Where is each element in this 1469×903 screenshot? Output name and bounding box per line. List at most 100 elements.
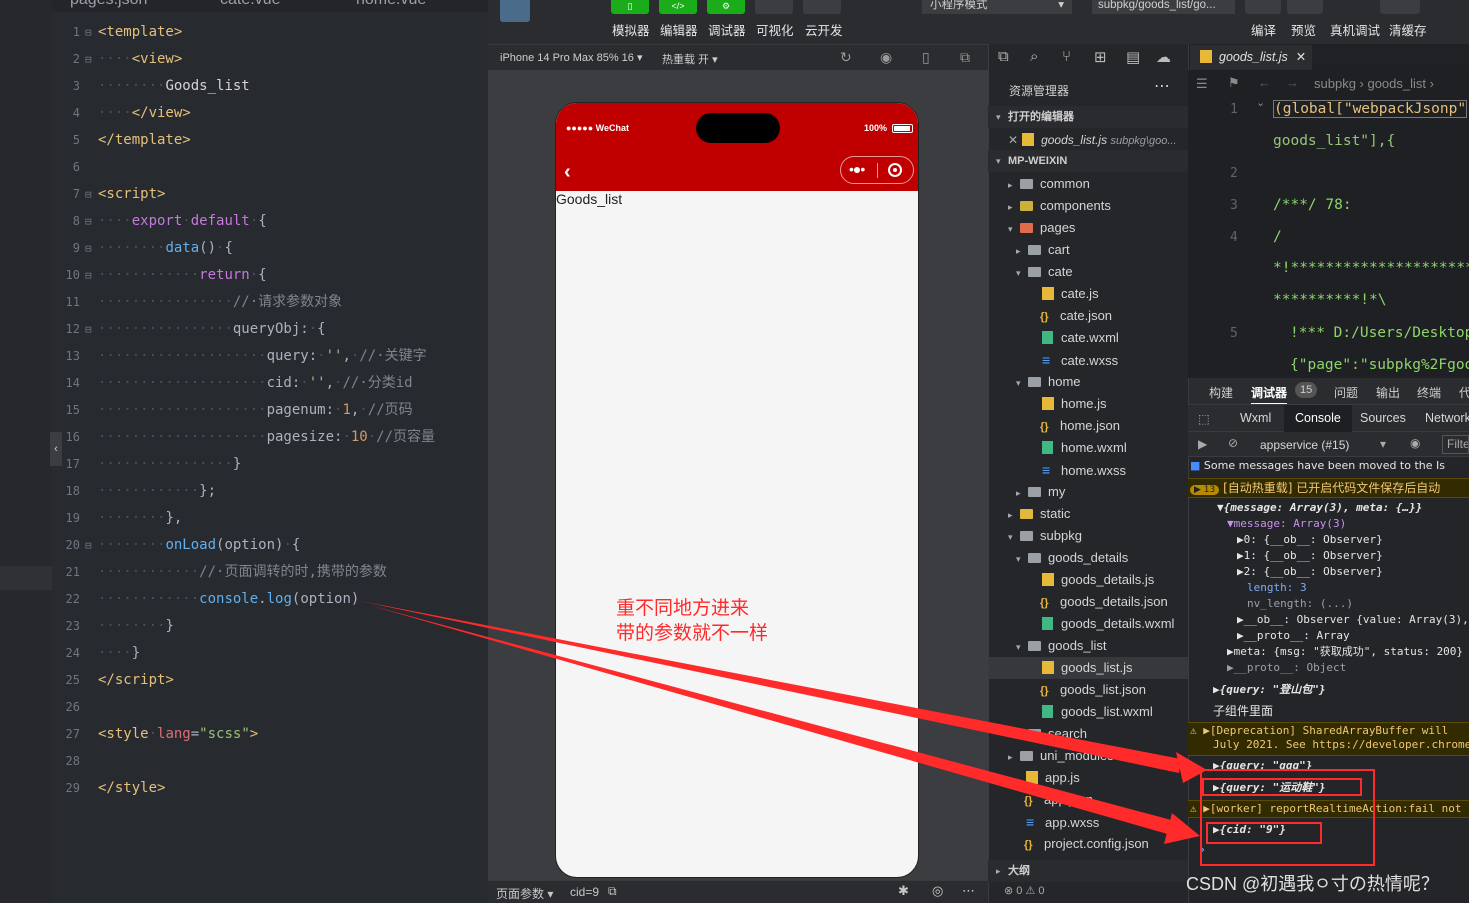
- rotate-icon[interactable]: ↻: [840, 49, 852, 66]
- problems-counter[interactable]: ⊗ 0 ⚠ 0: [1004, 884, 1044, 897]
- close-icon[interactable]: ✕: [1008, 133, 1018, 147]
- tab-output[interactable]: 输出: [1376, 384, 1400, 401]
- outline-section[interactable]: ▸ 大纲: [988, 860, 1188, 882]
- tree-folder-goods-list[interactable]: ▾ goods_list: [1016, 635, 1107, 657]
- menu-capsule[interactable]: •●•: [840, 156, 914, 184]
- console-filter-input[interactable]: Filte: [1442, 435, 1469, 454]
- tab-build[interactable]: 构建: [1209, 384, 1233, 401]
- tree-folder-my[interactable]: ▸ my: [1016, 481, 1065, 503]
- tree-folder-common[interactable]: ▸ common: [1008, 173, 1090, 195]
- tab-more[interactable]: 代: [1459, 384, 1469, 401]
- close-miniprogram-icon[interactable]: [888, 163, 902, 177]
- user-avatar[interactable]: [500, 0, 530, 22]
- tab-debugger[interactable]: 调试器: [1251, 384, 1288, 405]
- tree-folder-goods-details[interactable]: ▾ goods_details: [1016, 547, 1128, 569]
- cloud-dev-icon[interactable]: [803, 0, 841, 14]
- editor-label[interactable]: 编辑器: [660, 20, 698, 39]
- clear-cache-icon[interactable]: [1380, 0, 1420, 14]
- tree-file-goods-list-wxml[interactable]: goods_list.wxml: [1042, 701, 1153, 723]
- tree-file-home-json[interactable]: {} home.json: [1040, 415, 1120, 437]
- tab-wxml[interactable]: Wxml: [1240, 411, 1271, 425]
- phone-screen[interactable]: ●●●●● WeChat 100% ‹ •●• Goods_list: [555, 102, 919, 878]
- simulator-toggle-icon[interactable]: ▯: [611, 0, 649, 14]
- storage-icon[interactable]: ▤: [1126, 48, 1140, 66]
- console-prop[interactable]: ▶__proto__: Array: [1237, 628, 1350, 644]
- tree-file-goods-details-js[interactable]: goods_details.js: [1042, 569, 1154, 591]
- more-icon[interactable]: •●•: [849, 161, 865, 177]
- tree-file-app-js[interactable]: app.js: [1026, 767, 1080, 789]
- compile-label[interactable]: 编译: [1251, 20, 1276, 39]
- tree-file-goods-list-json[interactable]: {} goods_list.json: [1040, 679, 1146, 701]
- detach-window-icon[interactable]: ⧉: [960, 49, 970, 66]
- bookmark-icon[interactable]: ⚑: [1228, 75, 1240, 91]
- tree-file-goods-details-wxml[interactable]: goods_details.wxml: [1042, 613, 1174, 635]
- phone-icon[interactable]: ▯: [922, 49, 930, 66]
- hot-reload-select[interactable]: 热重载 开 ▾: [662, 51, 718, 67]
- breadcrumb[interactable]: subpkg › goods_list ›: [1314, 76, 1434, 91]
- explorer-more-icon[interactable]: ⋯: [1154, 76, 1170, 96]
- git-icon[interactable]: ⑂: [1062, 48, 1071, 65]
- clear-console-icon[interactable]: ⊘: [1228, 436, 1238, 450]
- fold-icon[interactable]: ⌄: [1256, 96, 1265, 109]
- tree-folder-cart[interactable]: ▸ cart: [1016, 239, 1070, 261]
- editor-toggle-icon[interactable]: </>: [659, 0, 697, 14]
- tree-folder-uni-modules[interactable]: ▸ uni_modules: [1008, 745, 1114, 767]
- tree-file-project-config[interactable]: {} project.config.json: [1024, 833, 1149, 855]
- tree-folder-pages[interactable]: ▾ pages: [1008, 217, 1075, 239]
- sidebar-toggle-icon[interactable]: ▶: [1198, 437, 1207, 451]
- close-icon[interactable]: ✕: [1296, 50, 1306, 64]
- tree-file-app-json[interactable]: {} app.json: [1024, 789, 1093, 811]
- tree-file-goods-list-js[interactable]: goods_list.js: [989, 657, 1188, 679]
- inspect-icon[interactable]: ⬚: [1198, 411, 1210, 426]
- preview-label[interactable]: 预览: [1291, 20, 1316, 39]
- open-editors-section[interactable]: ▾ 打开的编辑器: [988, 106, 1188, 128]
- tab-network[interactable]: Network: [1425, 411, 1469, 425]
- nav-back-icon[interactable]: ←: [1258, 75, 1271, 90]
- tree-file-home-js[interactable]: home.js: [1042, 393, 1107, 415]
- eye-icon[interactable]: ◉: [1410, 436, 1420, 450]
- tree-file-goods-details-json[interactable]: {} goods_details.json: [1040, 591, 1168, 613]
- tab-console[interactable]: Console: [1284, 405, 1352, 432]
- console-prop[interactable]: ▶__ob__: Observer {value: Array(3),: [1237, 612, 1469, 628]
- tree-folder-cate[interactable]: ▾ cate: [1016, 261, 1073, 283]
- tree-file-app-wxss[interactable]: ≡ app.wxss: [1026, 811, 1099, 833]
- tab-sources[interactable]: Sources: [1360, 411, 1406, 425]
- preview-icon[interactable]: [1287, 0, 1323, 14]
- tree-folder-components[interactable]: ▸ components: [1008, 195, 1111, 217]
- visual-label[interactable]: 可视化: [756, 20, 794, 39]
- console-object[interactable]: ▶{query: "登山包"}: [1213, 682, 1325, 698]
- cloud-dev-label[interactable]: 云开发: [805, 20, 843, 39]
- console-prop[interactable]: ▶meta: {msg: "获取成功", status: 200}: [1227, 644, 1463, 660]
- nav-forward-icon[interactable]: →: [1286, 75, 1299, 90]
- tab-terminal[interactable]: 终端: [1417, 384, 1441, 401]
- console-prop[interactable]: ▶0: {__ob__: Observer}: [1237, 532, 1383, 548]
- tree-file-cate-js[interactable]: cate.js: [1042, 283, 1099, 305]
- tree-file-cate-json[interactable]: {} cate.json: [1040, 305, 1112, 327]
- page-params-select[interactable]: 页面参数 ▾: [496, 885, 553, 902]
- tree-folder-home[interactable]: ▾ home: [1016, 371, 1081, 393]
- context-select[interactable]: appservice (#15): [1260, 438, 1349, 452]
- bug-icon[interactable]: ✱: [898, 883, 909, 899]
- tree-folder-subpkg[interactable]: ▾ subpkg: [1008, 525, 1082, 547]
- tree-file-home-wxss[interactable]: ≡ home.wxss: [1042, 459, 1126, 481]
- group-count-badge[interactable]: ▶ 13: [1190, 485, 1220, 495]
- open-editor-item[interactable]: ✕ goods_list.js subpkg\goo...: [1008, 129, 1177, 151]
- clear-cache-label[interactable]: 清缓存: [1389, 20, 1427, 39]
- files-icon[interactable]: ⧉: [998, 48, 1009, 65]
- menu-icon[interactable]: ☰: [1196, 76, 1208, 92]
- tab-cate-vue[interactable]: cate.vue: [220, 0, 280, 9]
- project-section[interactable]: ▾ MP-WEIXIN: [988, 150, 1188, 172]
- console-object[interactable]: ▼{message: Array(3), meta: {…}}: [1217, 500, 1422, 516]
- tab-pages-json[interactable]: pages.json: [70, 0, 147, 9]
- tree-file-cate-wxml[interactable]: cate.wxml: [1042, 327, 1119, 349]
- console-prop[interactable]: ▶2: {__ob__: Observer}: [1237, 564, 1383, 580]
- tree-folder-search[interactable]: ▸ search: [1016, 723, 1087, 745]
- search-icon[interactable]: ⌕: [1030, 48, 1038, 65]
- simulator-label[interactable]: 模拟器: [612, 20, 650, 39]
- mode-select[interactable]: 小程序模式 ▾: [922, 0, 1072, 14]
- tab-problems[interactable]: 问题: [1334, 384, 1358, 401]
- debugger-label[interactable]: 调试器: [708, 20, 746, 39]
- visual-toggle-icon[interactable]: [755, 0, 793, 14]
- console-prop[interactable]: ▼message: Array(3): [1227, 516, 1346, 532]
- eye-icon[interactable]: ◎: [932, 883, 943, 899]
